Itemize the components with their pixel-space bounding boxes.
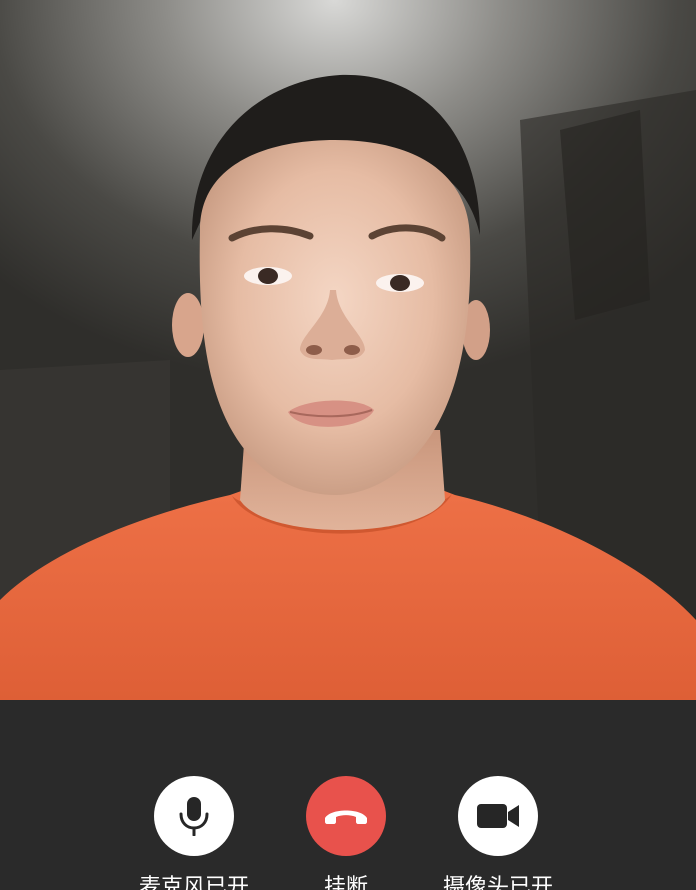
video-camera-icon (477, 804, 519, 828)
hangup-label: 挂断 (323, 875, 368, 890)
camera-preview (0, 0, 696, 700)
camera-preview-image (0, 74, 696, 700)
microphone-control: 麦克风已开 (114, 776, 274, 890)
hangup-control: 挂断 (266, 776, 426, 890)
camera-control: 摄像头已开 (418, 776, 578, 890)
video-call-screen: 麦克风已开 挂断 摄像头已开 (0, 0, 696, 890)
camera-label: 摄像头已开 (442, 875, 553, 890)
microphone-label: 麦克风已开 (138, 875, 249, 890)
call-controls: 麦克风已开 挂断 摄像头已开 (0, 700, 696, 890)
camera-button[interactable] (458, 776, 538, 856)
phone-hangup-icon (325, 810, 367, 824)
microphone-icon (179, 797, 209, 836)
microphone-button[interactable] (154, 776, 234, 856)
hangup-button[interactable] (306, 776, 386, 856)
